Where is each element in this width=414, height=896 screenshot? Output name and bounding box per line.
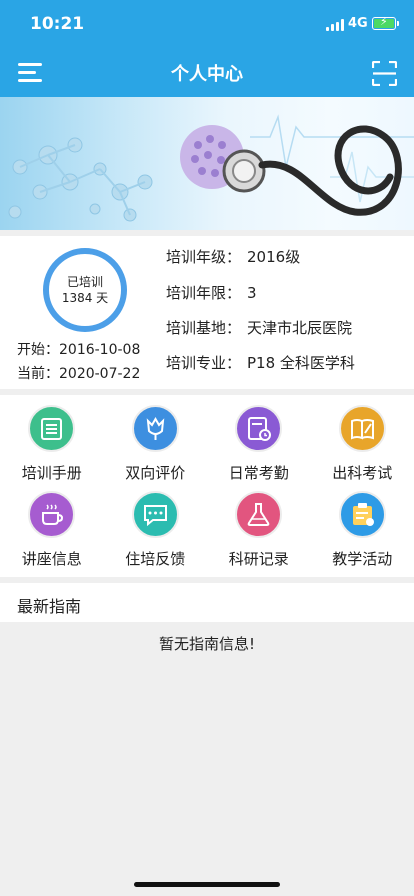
dept-exam-button[interactable]: 出科考试 [311, 395, 414, 482]
trained-days: 1384 天 [61, 291, 109, 305]
attendance-icon [235, 405, 282, 452]
trained-label: 已培训 [66, 275, 103, 289]
training-handbook-button[interactable]: 培训手册 [0, 395, 104, 482]
exam-icon [338, 405, 386, 452]
research-record-button[interactable]: 科研记录 [207, 481, 311, 568]
scan-icon[interactable] [372, 61, 397, 86]
current-date: 当前：2020-07-22 [17, 366, 141, 382]
handbook-icon [28, 405, 75, 452]
status-bar: 10:21 4G ⚡ [0, 0, 414, 48]
evaluation-icon [131, 405, 179, 452]
research-icon [235, 491, 282, 538]
function-grid: 培训手册 双向评价 日常考勤 出科考试 讲座信息 住培反馈 科研记录 教学活动 [0, 395, 414, 577]
teaching-icon [338, 491, 386, 538]
status-time: 10:21 [30, 14, 85, 34]
guide-empty-message: 暂无指南信息! [158, 635, 255, 653]
network-type: 4G [348, 16, 368, 31]
page-title: 个人中心 [171, 64, 243, 85]
training-years: 培训年限： 3 [166, 284, 257, 302]
training-grade: 培训年级： 2016级 [166, 248, 301, 266]
training-feedback-button[interactable]: 住培反馈 [104, 481, 208, 568]
teaching-activity-button[interactable]: 教学活动 [311, 481, 414, 568]
banner-image [0, 97, 414, 230]
training-base: 培训基地： 天津市北辰医院 [166, 319, 353, 337]
battery-icon: ⚡ [372, 15, 399, 30]
feedback-icon [131, 491, 179, 538]
training-major: 培训专业： P18 全科医学科 [166, 354, 355, 372]
guide-section-header: 最新指南 [0, 583, 414, 622]
two-way-evaluation-button[interactable]: 双向评价 [104, 395, 208, 482]
guide-title: 最新指南 [17, 597, 82, 616]
lecture-icon [28, 491, 75, 538]
start-date: 开始：2016-10-08 [17, 342, 141, 358]
training-info-card: 已培训 1384 天 开始：2016-10-08 当前：2020-07-22 培… [0, 236, 414, 389]
home-indicator[interactable] [134, 882, 280, 887]
lecture-info-button[interactable]: 讲座信息 [0, 481, 104, 568]
training-days-ring: 已培训 1384 天 [43, 248, 127, 332]
signal-icon [326, 19, 344, 31]
daily-attendance-button[interactable]: 日常考勤 [207, 395, 311, 482]
